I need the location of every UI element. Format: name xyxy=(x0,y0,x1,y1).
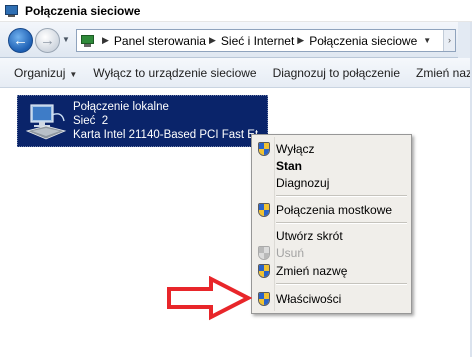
menu-item-disable[interactable]: Wyłącz xyxy=(254,140,409,157)
breadcrumb-separator-icon[interactable]: ▶ xyxy=(209,35,216,46)
uac-shield-icon xyxy=(256,245,272,261)
command-bar: Organizuj ▼ Wyłącz to urządzenie sieciowe… xyxy=(0,58,472,88)
uac-shield-icon xyxy=(256,291,272,307)
breadcrumb-control-panel[interactable]: Panel sterowania xyxy=(114,34,206,48)
menu-separator xyxy=(276,222,407,224)
toolbar-diagnose-button[interactable]: Diagnozuj to połączenie xyxy=(265,66,408,80)
menu-item-label: Utwórz skrót xyxy=(276,228,343,243)
window-title: Połączenia sieciowe xyxy=(25,3,141,18)
breadcrumb-separator-icon[interactable]: ▶ xyxy=(297,35,304,46)
toolbar-organize-label: Organizuj xyxy=(14,65,66,80)
menu-item-label: Wyłącz xyxy=(276,141,315,156)
toolbar-disable-device-button[interactable]: Wyłącz to urządzenie sieciowe xyxy=(85,66,264,80)
menu-item-delete: Usuń xyxy=(254,244,409,261)
menu-item-label: Zmień nazwę xyxy=(276,263,348,278)
breadcrumb-separator-icon[interactable]: ▶ xyxy=(102,35,109,46)
menu-item-label: Właściwości xyxy=(276,291,342,306)
history-dropdown-icon[interactable]: ▼ xyxy=(62,35,72,45)
toolbar-rename-button[interactable]: Zmień nazwę teg xyxy=(408,66,472,80)
menu-separator xyxy=(276,195,407,197)
menu-item-properties[interactable]: Właściwości xyxy=(254,290,409,307)
menu-item-label: Połączenia mostkowe xyxy=(276,202,393,217)
connection-item-local[interactable]: Połączenie lokalne Sieć 2 Karta Intel 21… xyxy=(17,95,268,147)
menu-separator xyxy=(276,283,407,285)
red-arrow-annotation xyxy=(167,276,252,321)
connection-network: Sieć 2 xyxy=(73,115,109,127)
connection-adapter: Karta Intel 21140-Based PCI Fast Et... xyxy=(73,129,268,141)
menu-item-create-shortcut[interactable]: Utwórz skrót xyxy=(254,227,409,244)
menu-item-status[interactable]: Stan xyxy=(254,157,409,174)
control-panel-icon xyxy=(80,33,96,49)
breadcrumb-network-connections[interactable]: Połączenia sieciowe xyxy=(309,34,417,48)
network-connections-icon xyxy=(4,4,20,18)
menu-item-rename[interactable]: Zmień nazwę xyxy=(254,262,409,279)
title-bar: Połączenia sieciowe xyxy=(0,0,472,22)
address-bar[interactable]: ▶ Panel sterowania ▶ Sieć i Internet ▶ P… xyxy=(76,29,456,52)
menu-item-label: Usuń xyxy=(276,245,305,260)
breadcrumb-network-internet[interactable]: Sieć i Internet xyxy=(221,34,294,48)
uac-shield-icon xyxy=(256,141,272,157)
forward-arrow-icon[interactable]: → xyxy=(35,28,60,53)
uac-shield-icon xyxy=(256,202,272,218)
back-arrow-icon[interactable]: ← xyxy=(8,28,33,53)
refresh-icon[interactable]: › xyxy=(443,30,455,51)
uac-shield-icon xyxy=(256,263,272,279)
toolbar-organize-button[interactable]: Organizuj ▼ xyxy=(0,66,85,80)
network-adapter-icon xyxy=(25,104,67,140)
menu-item-label: Diagnozuj xyxy=(276,175,330,190)
menu-item-bridge-connections[interactable]: Połączenia mostkowe xyxy=(254,201,409,218)
navigation-bar: ← → ▼ ▶ Panel sterowania ▶ Sieć i Intern… xyxy=(0,22,472,58)
connection-name: Połączenie lokalne xyxy=(73,101,169,113)
address-dropdown-icon[interactable]: ▼ xyxy=(423,36,431,45)
menu-item-label: Stan xyxy=(276,158,303,173)
chevron-down-icon: ▼ xyxy=(69,69,78,79)
connection-details: Połączenie lokalne Sieć 2 Karta Intel 21… xyxy=(73,100,268,142)
context-menu: Wyłącz Stan Diagnozuj Połączenia mostkow… xyxy=(251,134,412,314)
menu-item-diagnose[interactable]: Diagnozuj xyxy=(254,174,409,191)
